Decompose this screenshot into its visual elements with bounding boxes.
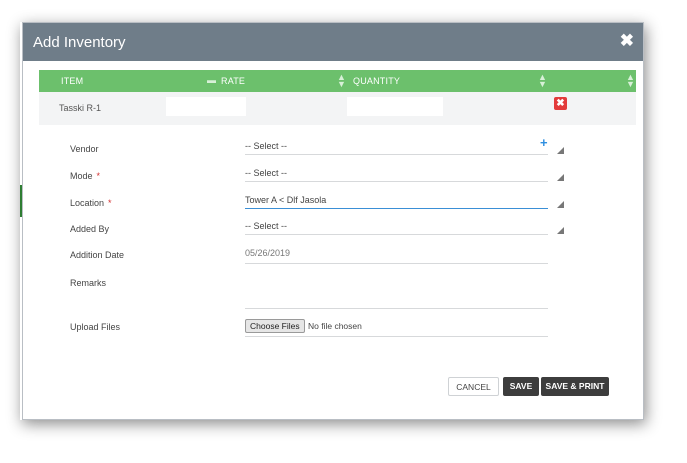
location-label: Location * [70,198,112,208]
close-icon[interactable]: ✖ [620,32,634,49]
save-button[interactable]: SAVE [503,377,539,396]
addition-date-label: Addition Date [70,250,125,260]
column-header-quantity[interactable]: QUANTITY [353,76,400,86]
mode-select[interactable]: -- Select -- [245,168,564,182]
add-inventory-dialog: Add Inventory ✖ ITEM ▬ RATE ▲ ▼ QUANTITY … [22,22,644,420]
dropdown-caret-icon [557,147,564,154]
dropdown-caret-icon [557,174,564,181]
upload-files-label: Upload Files [70,322,121,332]
remarks-label: Remarks [70,278,107,288]
choose-files-button[interactable]: Choose Files [245,319,305,333]
column-header-item[interactable]: ITEM [61,76,83,86]
sort-icon[interactable]: ▲ ▼ [337,73,346,89]
file-status: No file chosen [308,321,362,331]
dropdown-caret-icon [557,201,564,208]
add-vendor-icon[interactable]: + [540,136,548,149]
save-print-button[interactable]: SAVE & PRINT [541,377,609,396]
sort-icon[interactable]: ▬ [207,76,216,85]
remarks-input[interactable] [245,275,548,309]
addition-date-input[interactable]: 05/26/2019 [245,248,548,264]
dialog-title: Add Inventory [33,34,126,51]
dropdown-caret-icon [557,227,564,234]
item-name: Tasski R-1 [59,103,102,113]
added-by-select[interactable]: -- Select -- [245,221,564,235]
rate-input[interactable] [166,97,246,116]
close-icon: ✖ [556,98,565,109]
location-select[interactable]: Tower A < Dlf Jasola [245,195,564,209]
cancel-button[interactable]: CANCEL [448,377,499,396]
vendor-select[interactable]: -- Select -- [245,141,564,155]
file-upload: Choose Files No file chosen [245,319,548,337]
quantity-input[interactable] [347,97,443,116]
mode-label: Mode * [70,171,101,181]
column-header-rate[interactable]: RATE [221,76,245,86]
inventory-grid-header: ITEM ▬ RATE ▲ ▼ QUANTITY ▲ ▼ ▲ ▼ [39,70,636,92]
sort-icon[interactable]: ▲ ▼ [538,73,547,89]
sort-icon[interactable]: ▲ ▼ [626,73,635,89]
delete-row-button[interactable]: ✖ [554,97,567,110]
dialog-header: Add Inventory ✖ [23,23,643,61]
vendor-label: Vendor [70,144,99,154]
table-row: Tasski R-1 ✖ [39,92,636,125]
added-by-label: Added By [70,224,110,234]
